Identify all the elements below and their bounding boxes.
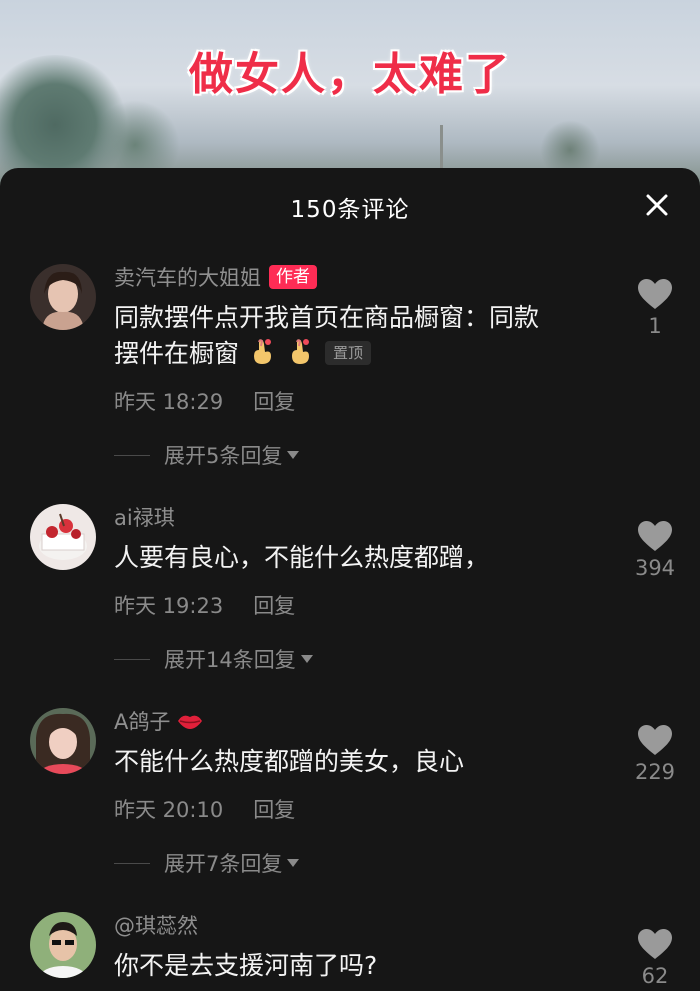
comment-text-fragment: 摆件在橱窗 (114, 339, 240, 368)
comment-text-line: 不能什么热度都蹭的美女，良心 (114, 747, 465, 776)
comment-text: 不能什么热度都蹭的美女，良心 (114, 744, 614, 780)
caret-down-icon (300, 655, 313, 663)
comment-text-line: 同款摆件点开我首页在商品橱窗：同款 (114, 303, 540, 332)
comment-author-row: 卖汽车的大姐姐 作者 (114, 262, 317, 292)
like-count: 62 (641, 964, 669, 988)
avatar[interactable] (30, 264, 96, 330)
expand-replies-label: 展开5条回复 (164, 444, 283, 468)
comment-author[interactable]: ai禄琪 (114, 502, 175, 532)
divider-line (114, 862, 150, 864)
divider-line (114, 454, 150, 456)
avatar[interactable] (30, 912, 96, 978)
comments-header: 150条评论 (0, 168, 700, 246)
reply-button[interactable]: 回复 (253, 594, 295, 618)
comments-sheet: 150条评论 卖汽车的大姐姐 作者 同款摆件点开我首页在商品橱窗：同款 摆件在橱… (0, 168, 700, 991)
comment-text: 同款摆件点开我首页在商品橱窗：同款 摆件在橱窗 置顶 (114, 300, 614, 372)
like-button[interactable]: 1 (632, 278, 678, 338)
expand-replies-label: 展开14条回复 (164, 648, 296, 672)
comment-author[interactable]: @琪蕊然 (114, 910, 198, 940)
caret-down-icon (287, 859, 300, 867)
like-count: 229 (634, 760, 676, 784)
heart-icon (638, 521, 672, 551)
like-count: 394 (634, 556, 676, 580)
finger-heart-emoji-icon (254, 339, 272, 364)
author-badge: 作者 (269, 265, 317, 289)
comment-author[interactable]: 卖汽车的大姐姐 (114, 262, 261, 292)
avatar[interactable] (30, 708, 96, 774)
lips-icon (178, 715, 203, 729)
divider-line (114, 658, 150, 660)
comment-author-row: A鸽子 (114, 706, 204, 736)
expand-replies-button[interactable]: 展开14条回复 (114, 644, 314, 674)
heart-icon (638, 725, 672, 755)
heart-icon (638, 929, 672, 959)
caret-down-icon (287, 451, 300, 459)
expand-replies-button[interactable]: 展开5条回复 (114, 440, 300, 470)
video-caption: 做女人，太难了 (189, 49, 511, 100)
pinned-badge: 置顶 (325, 341, 372, 365)
comment-text: 人要有良心，不能什么热度都蹭， (114, 540, 614, 576)
close-icon[interactable] (642, 190, 672, 220)
comments-count-title: 150条评论 (290, 197, 410, 223)
reply-button[interactable]: 回复 (253, 798, 295, 822)
heart-icon (638, 279, 672, 309)
comment-text-line: 人要有良心，不能什么热度都蹭， (114, 543, 490, 572)
like-count: 1 (648, 314, 662, 338)
comment-meta: 昨天 20:10 回复 (114, 794, 295, 824)
comment-meta: 昨天 19:23 回复 (114, 590, 295, 620)
comment-author[interactable]: A鸽子 (114, 706, 170, 736)
comment-meta: 昨天 18:29 回复 (114, 386, 295, 416)
comment-author-row: ai禄琪 (114, 502, 175, 532)
expand-replies-label: 展开7条回复 (164, 852, 283, 876)
finger-heart-emoji-icon (292, 339, 310, 364)
expand-replies-button[interactable]: 展开7条回复 (114, 848, 300, 878)
avatar[interactable] (30, 504, 96, 570)
like-button[interactable]: 62 (632, 928, 678, 988)
comment-author-row: @琪蕊然 (114, 910, 198, 940)
comment-timestamp: 昨天 18:29 (114, 390, 224, 414)
comment-text: 你不是去支援河南了吗? (114, 948, 614, 984)
reply-button[interactable]: 回复 (253, 390, 295, 414)
video-background[interactable]: 做女人，太难了 (0, 0, 700, 190)
like-button[interactable]: 394 (632, 520, 678, 580)
comment-timestamp: 昨天 20:10 (114, 798, 224, 822)
comment-text-line: 你不是去支援河南了吗? (114, 951, 378, 980)
like-button[interactable]: 229 (632, 724, 678, 784)
comment-timestamp: 昨天 19:23 (114, 594, 224, 618)
comment-text-line-2: 摆件在橱窗 置顶 (114, 336, 614, 372)
